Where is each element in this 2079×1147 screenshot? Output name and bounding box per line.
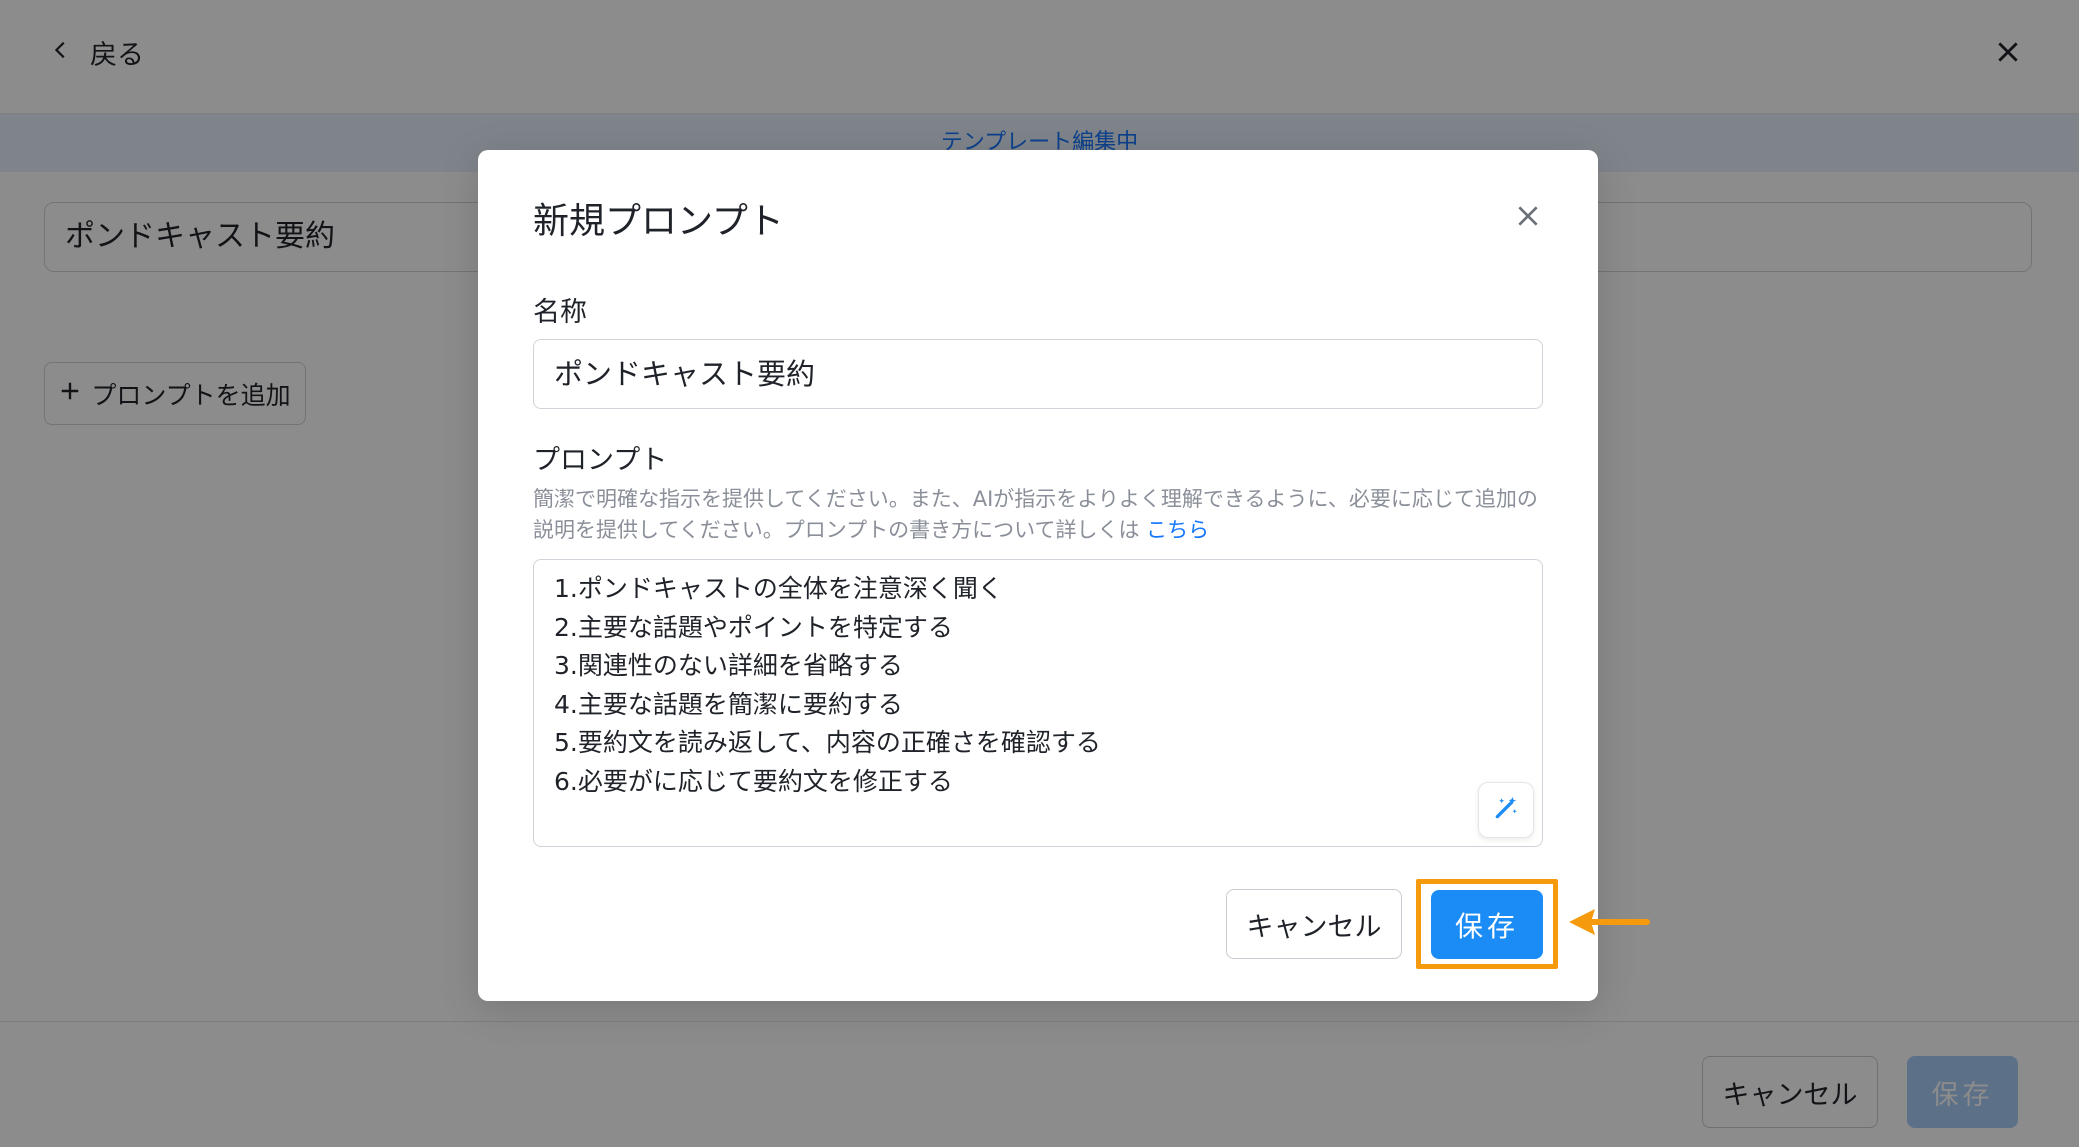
prompt-label: プロンプト xyxy=(533,445,668,476)
modal-close-button[interactable] xyxy=(1508,198,1548,238)
prompt-line: 4.主要な話題を簡潔に要約する xyxy=(554,689,903,719)
prompt-line: 2.主要な話題やポイントを特定する xyxy=(554,612,953,642)
cancel-button[interactable]: キャンセル xyxy=(1226,889,1402,959)
ai-assist-button[interactable] xyxy=(1478,782,1534,838)
help-text: 簡潔で明確な指示を提供してください。また、AIが指示をよりよく理解できるように、… xyxy=(533,487,1538,542)
save-button[interactable]: 保存 xyxy=(1431,890,1543,959)
help-link[interactable]: こちら xyxy=(1146,518,1209,542)
prompt-line: 6.必要がに応じて要約文を修正する xyxy=(554,766,953,796)
magic-wand-icon xyxy=(1493,795,1519,825)
pointer-arrow-icon xyxy=(1565,905,1650,939)
prompt-line: 1.ポンドキャストの全体を注意深く聞く xyxy=(554,574,1003,603)
prompt-help-text: 簡潔で明確な指示を提供してください。また、AIが指示をよりよく理解できるように、… xyxy=(533,484,1553,546)
close-icon xyxy=(1515,203,1541,233)
new-prompt-modal: 新規プロンプト 名称 ポンドキャスト要約 プロンプト 簡潔で明確な指示を提供して… xyxy=(478,150,1598,1001)
prompt-line: 3.関連性のない詳細を省略する xyxy=(554,651,903,680)
prompt-textarea[interactable]: 1.ポンドキャストの全体を注意深く聞く 2.主要な話題やポイントを特定する 3.… xyxy=(533,559,1543,847)
prompt-line: 5.要約文を読み返して、内容の正確さを確認する xyxy=(554,728,1101,757)
name-input[interactable]: ポンドキャスト要約 xyxy=(533,339,1543,409)
modal-title: 新規プロンプト xyxy=(533,201,784,242)
name-label: 名称 xyxy=(533,297,587,328)
